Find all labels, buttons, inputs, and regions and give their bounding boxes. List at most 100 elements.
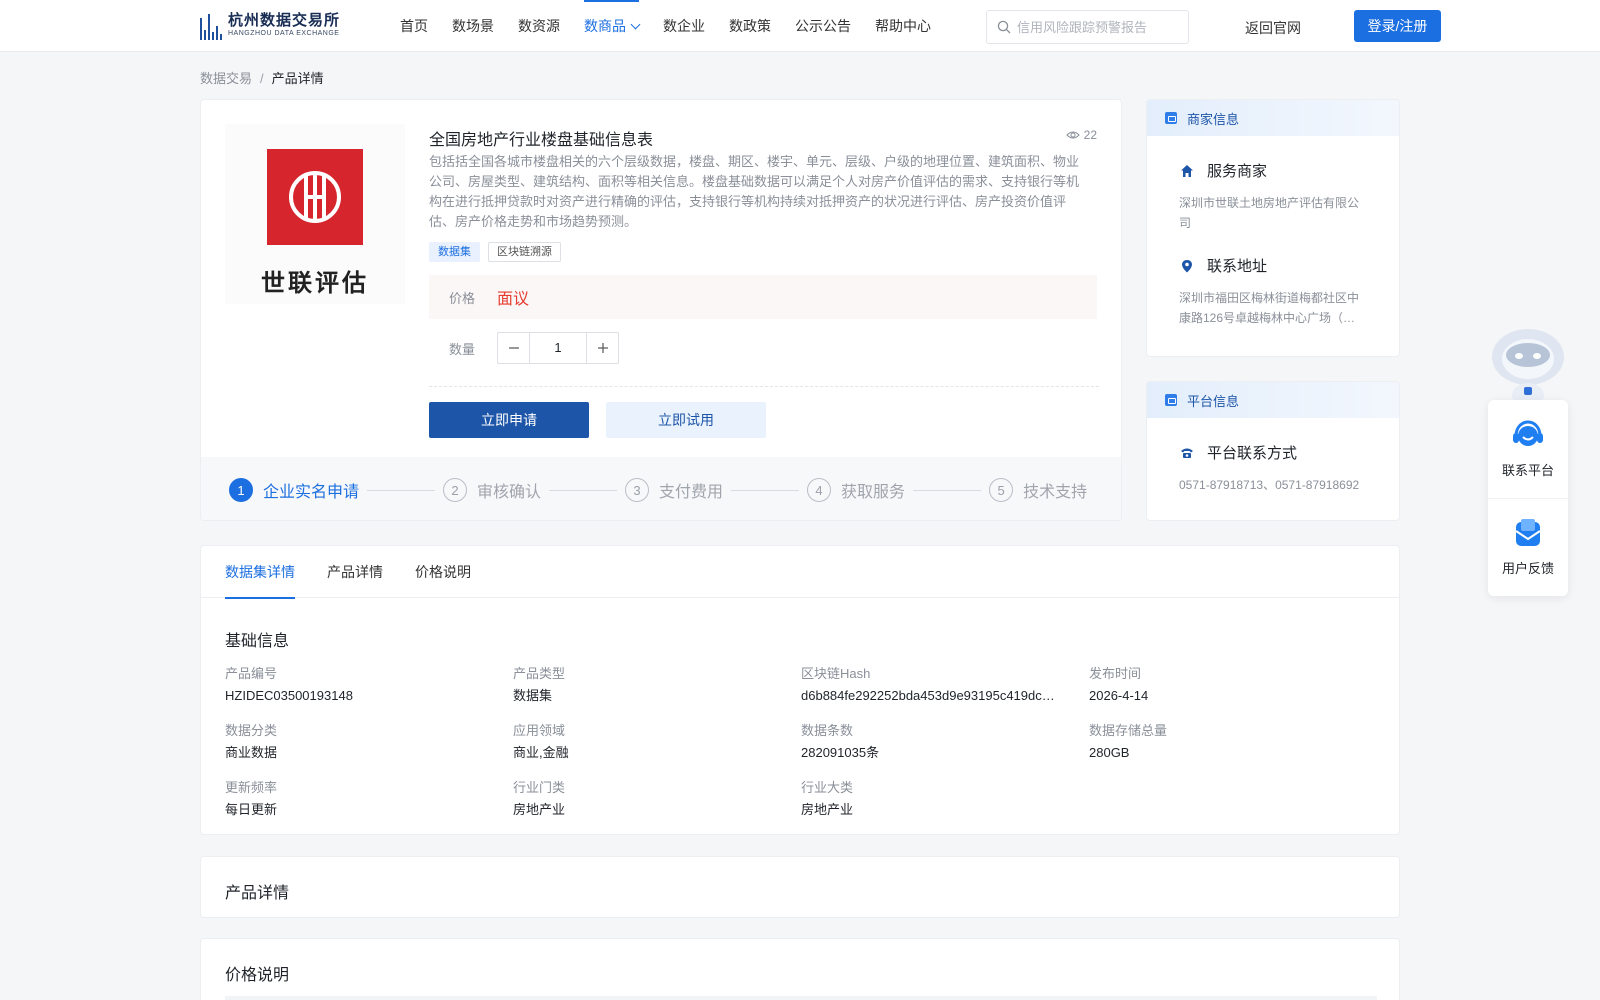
- decrease-button[interactable]: [498, 333, 529, 363]
- price-note-card: 价格说明: [200, 938, 1400, 1000]
- try-now-button[interactable]: 立即试用: [606, 402, 766, 438]
- platform-info-header: 平台信息: [1147, 382, 1399, 418]
- info-item-publish-date: 发布时间 2026-4-14: [1089, 665, 1377, 706]
- tab-dataset-details[interactable]: 数据集详情: [225, 546, 295, 599]
- contact-address-label: 联系地址: [1207, 258, 1268, 275]
- product-title: 全国房地产行业楼盘基础信息表: [429, 132, 654, 149]
- main-nav: 首页 数场景 数资源 数商品 数企业 数政策 公示公告 帮助中心: [400, 0, 955, 52]
- search-input[interactable]: [1017, 19, 1177, 35]
- product-card: 世联评估 全国房地产行业楼盘基础信息表 22 包括括全国各城市楼盘相关的六个层级…: [200, 99, 1122, 521]
- divider: [429, 386, 1099, 387]
- info-value: 280GB: [1089, 745, 1130, 760]
- process-steps: 1 企业实名申请 2 审核确认 3 支付费用 4 获取服务 5 技术支持: [201, 457, 1121, 520]
- feedback-mail-icon: [1515, 519, 1541, 546]
- step-number: 2: [443, 478, 468, 502]
- merchant-info-card: 商家信息 服务商家 深圳市世联土地房地产评估有限公司 联系地址 深圳市福田区梅林…: [1146, 99, 1400, 357]
- info-label: 区块链Hash: [801, 666, 871, 681]
- info-label: 更新频率: [225, 780, 278, 795]
- apply-now-button[interactable]: 立即申请: [429, 402, 589, 438]
- tab-price-notes[interactable]: 价格说明: [415, 546, 471, 598]
- platform-info-title: 平台信息: [1187, 393, 1240, 409]
- step-number: 5: [989, 478, 1014, 502]
- back-to-official-link[interactable]: 返回官网: [1245, 18, 1301, 38]
- platform-icon: [1165, 394, 1177, 406]
- logo-title: 杭州数据交易所: [228, 12, 341, 29]
- product-tags: 数据集 区块链溯源: [429, 242, 561, 262]
- step-number: 1: [229, 478, 253, 502]
- info-item-product-type: 产品类型 数据集: [513, 665, 801, 706]
- tag-dataset: 数据集: [429, 242, 480, 262]
- tag-blockchain: 区块链溯源: [488, 242, 561, 262]
- info-label: 行业大类: [801, 780, 854, 795]
- info-value: 每日更新: [225, 802, 278, 817]
- step-number: 4: [807, 478, 832, 502]
- step-label: 支付费用: [659, 484, 724, 501]
- breadcrumb-root[interactable]: 数据交易: [200, 71, 252, 86]
- nav-products[interactable]: 数商品: [584, 0, 641, 52]
- phone-icon: [1179, 445, 1195, 461]
- brand-logo-text: 世联评估: [261, 268, 369, 297]
- info-label: 产品类型: [513, 666, 566, 681]
- nav-enterprises[interactable]: 数企业: [663, 0, 705, 52]
- assistant-robot-icon[interactable]: [1488, 325, 1568, 407]
- nav-home[interactable]: 首页: [400, 0, 428, 52]
- plus-icon: [597, 343, 608, 353]
- price-value: 面议: [497, 291, 530, 308]
- chevron-down-icon: [630, 19, 641, 30]
- contact-address-value: 深圳市福田区梅林街道梅都社区中康路126号卓越梅林中心广场（…: [1179, 291, 1360, 325]
- price-note-title: 价格说明: [225, 967, 290, 984]
- tab-product-details[interactable]: 产品详情: [327, 546, 383, 598]
- quantity-label: 数量: [449, 341, 476, 357]
- service-merchant-label: 服务商家: [1207, 163, 1268, 180]
- service-merchant-value: 深圳市世联土地房地产评估有限公司: [1179, 196, 1360, 230]
- location-pin-icon: [1179, 258, 1195, 274]
- price-note-content: [225, 996, 1377, 1000]
- nav-scenes[interactable]: 数场景: [452, 0, 494, 52]
- info-item-application-field: 应用领域 商业,金融: [513, 722, 801, 763]
- increase-button[interactable]: [587, 333, 618, 363]
- login-register-button[interactable]: 登录/注册: [1354, 10, 1441, 42]
- nav-products-label: 数商品: [584, 18, 626, 34]
- nav-policies[interactable]: 数政策: [729, 0, 771, 52]
- step-connector: [549, 489, 618, 491]
- quantity-value[interactable]: 1: [529, 333, 587, 363]
- merchant-info-title: 商家信息: [1187, 111, 1240, 127]
- nav-announcements[interactable]: 公示公告: [795, 0, 851, 52]
- basic-info-grid: 产品编号 HZIDEC03500193148 产品类型 数据集 区块链Hash …: [225, 665, 1377, 820]
- search-box[interactable]: [986, 10, 1189, 44]
- breadcrumb-current: 产品详情: [271, 71, 324, 86]
- product-image: 世联评估: [225, 124, 405, 304]
- user-feedback-button[interactable]: 用户反馈: [1488, 498, 1568, 596]
- nav-help[interactable]: 帮助中心: [875, 0, 931, 52]
- user-feedback-label: 用户反馈: [1501, 561, 1554, 576]
- step-connector: [913, 489, 982, 491]
- step-2: 2 审核确认: [443, 478, 541, 502]
- eye-icon: [1065, 131, 1080, 139]
- platform-contact-label: 平台联系方式: [1207, 445, 1298, 462]
- platform-contact-value: 0571-87918713、0571-87918692: [1179, 478, 1360, 492]
- info-value: d6b884fe292252bda453d9e93195c419dc…: [801, 688, 1055, 703]
- detail-tabs-card: 数据集详情 产品详情 价格说明 基础信息 产品编号 HZIDEC03500193…: [200, 545, 1400, 835]
- price-label: 价格: [449, 290, 476, 306]
- nav-resources[interactable]: 数资源: [518, 0, 560, 52]
- info-item-product-id: 产品编号 HZIDEC03500193148: [225, 665, 513, 706]
- contact-platform-label: 联系平台: [1501, 462, 1554, 478]
- contact-address-section: 联系地址 深圳市福田区梅林街道梅都社区中康路126号卓越梅林中心广场（…: [1147, 255, 1399, 328]
- step-connector: [731, 489, 800, 491]
- platform-info-card: 平台信息 平台联系方式 0571-87918713、0571-87918692: [1146, 381, 1400, 521]
- info-item-industry-sector: 行业门类 房地产业: [513, 779, 801, 820]
- basic-info-title: 基础信息: [225, 633, 290, 650]
- site-logo[interactable]: 杭州数据交易所 HANGZHOU DATA EXCHANGE: [200, 10, 340, 42]
- info-item-update-frequency: 更新频率 每日更新: [225, 779, 513, 820]
- step-5: 5 技术支持: [989, 478, 1087, 502]
- step-4: 4 获取服务: [807, 478, 905, 502]
- step-3: 3 支付费用: [625, 478, 723, 502]
- view-count-value: 22: [1083, 128, 1097, 142]
- step-connector: [367, 489, 436, 491]
- info-item-storage-size: 数据存储总量 280GB: [1089, 722, 1377, 763]
- step-number: 3: [625, 478, 650, 502]
- view-count: 22: [1065, 128, 1097, 142]
- logo-mark-icon: [200, 12, 222, 40]
- contact-platform-button[interactable]: 联系平台: [1488, 400, 1568, 498]
- product-detail-card: 产品详情: [200, 856, 1400, 918]
